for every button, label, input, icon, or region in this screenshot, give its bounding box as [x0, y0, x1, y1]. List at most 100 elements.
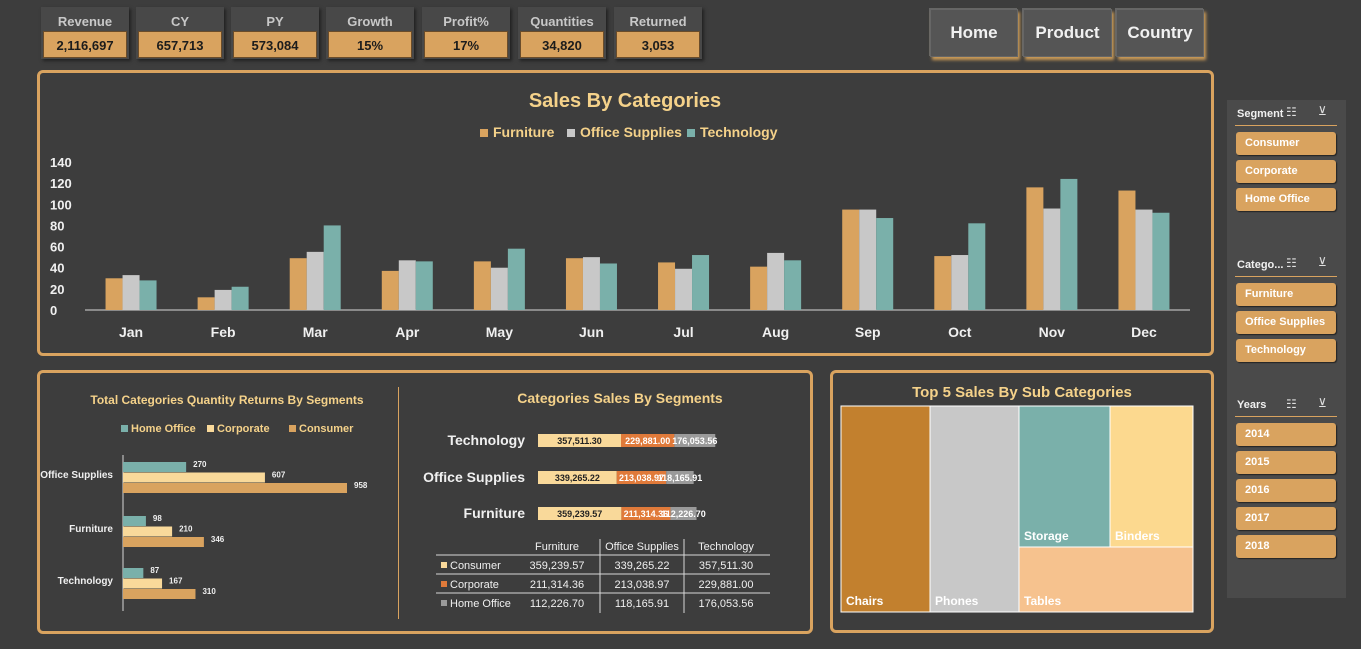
bar-furniture	[105, 278, 123, 310]
x-tick-label: May	[486, 324, 513, 340]
y-tick-label: 0	[50, 303, 57, 318]
bar-office-supplies	[582, 257, 600, 310]
category-label: Technology	[447, 432, 525, 448]
chart-legend: Furniture Office Supplies Technology	[480, 124, 778, 140]
y-tick-label: 140	[50, 155, 72, 170]
bar-office-supplies	[951, 255, 969, 310]
category-technology-button[interactable]: Technology	[1236, 339, 1336, 362]
kpi-value: 34,820	[520, 31, 604, 58]
kpi-py: PY 573,084	[231, 7, 319, 59]
table-cell: 118,165.91	[615, 598, 669, 610]
data-label: 87	[150, 566, 159, 575]
year-2018-button[interactable]: 2018	[1236, 535, 1336, 558]
category-office-supplies-button[interactable]: Office Supplies	[1236, 311, 1336, 334]
year-2016-button[interactable]: 2016	[1236, 479, 1336, 502]
data-label: 357,511.30	[557, 436, 602, 446]
bar-technology	[692, 255, 710, 310]
bar-corporate	[123, 526, 173, 537]
segment-consumer-button[interactable]: Consumer	[1236, 132, 1336, 155]
bar-technology	[784, 260, 802, 310]
x-tick-label: Dec	[1131, 324, 1157, 340]
multi-select-icon[interactable]: ☷	[1286, 256, 1297, 270]
multi-select-icon[interactable]: ☷	[1286, 105, 1297, 119]
segment-home-office-button[interactable]: Home Office	[1236, 188, 1336, 211]
category-slicer-title: Catego...	[1237, 259, 1284, 271]
legend-swatch	[687, 129, 695, 137]
divider	[1235, 125, 1337, 126]
chart-title: Total Categories Quantity Returns By Seg…	[90, 393, 363, 407]
treemap-label: Tables	[1024, 594, 1061, 608]
category-furniture-button[interactable]: Furniture	[1236, 283, 1336, 306]
data-label: 229,881.00	[625, 436, 670, 446]
kpi-label: CY	[170, 14, 190, 29]
category-label: Office Supplies	[40, 470, 113, 481]
multi-select-icon[interactable]: ☷	[1286, 397, 1297, 411]
bar-corporate	[123, 578, 163, 589]
clear-filter-icon[interactable]: ⊻	[1318, 104, 1327, 118]
bar-consumer	[123, 483, 347, 493]
data-label: 270	[193, 460, 207, 469]
kpi-value: 3,053	[616, 31, 700, 58]
table-header: Technology	[698, 541, 754, 553]
bar-consumer	[123, 537, 204, 547]
bar-furniture	[750, 266, 768, 310]
legend-swatch	[207, 425, 214, 432]
data-label: 346	[211, 535, 225, 544]
kpi-revenue: Revenue 2,116,697	[41, 7, 129, 59]
home-button[interactable]: Home	[930, 9, 1018, 57]
bar-home-office	[123, 568, 144, 578]
x-tick-label: Mar	[303, 324, 328, 340]
treemap-label: Chairs	[846, 594, 884, 608]
returns-by-segment-chart: Total Categories Quantity Returns By Seg…	[40, 393, 368, 611]
year-2015-button[interactable]: 2015	[1236, 451, 1336, 474]
legend-swatch	[480, 129, 488, 137]
bar-technology	[231, 286, 249, 310]
segment-corporate-button[interactable]: Corporate	[1236, 160, 1336, 183]
category-label: Technology	[58, 576, 114, 587]
kpi-profit: Profit% 17%	[422, 7, 510, 59]
year-2017-button[interactable]: 2017	[1236, 507, 1336, 530]
data-label: 118,165.91	[658, 473, 703, 483]
bar-office-supplies	[122, 275, 140, 310]
table-header: Office Supplies	[605, 541, 679, 553]
legend-swatch	[289, 425, 296, 432]
legend-swatch	[441, 581, 447, 587]
bar-office-supplies	[306, 251, 324, 310]
top5-subcategories-panel: Top 5 Sales By Sub Categories Chairs Phon…	[830, 370, 1214, 633]
table-cell: 176,053.56	[698, 598, 753, 610]
kpi-returned: Returned 3,053	[614, 7, 702, 59]
table-cell: 213,038.97	[614, 579, 669, 591]
legend-label: Consumer	[299, 423, 354, 435]
legend-swatch	[441, 562, 447, 568]
legend-swatch	[567, 129, 575, 137]
bar-furniture	[565, 258, 583, 310]
year-2014-button[interactable]: 2014	[1236, 423, 1336, 446]
x-tick-label: Jan	[119, 324, 143, 340]
product-button[interactable]: Product	[1023, 9, 1112, 57]
table-row-label: Corporate	[450, 579, 499, 591]
kpi-value: 17%	[424, 31, 508, 58]
x-tick-label: Oct	[948, 324, 972, 340]
data-label: 958	[354, 481, 368, 490]
divider	[398, 387, 399, 619]
data-label: 210	[179, 525, 193, 534]
clear-filter-icon[interactable]: ⊻	[1318, 255, 1327, 269]
data-label: 98	[153, 514, 162, 523]
bar-technology	[968, 223, 986, 310]
bars	[105, 178, 1170, 310]
y-tick-label: 100	[50, 197, 72, 212]
data-label: 339,265.22	[555, 473, 600, 483]
bar-office-supplies	[767, 252, 785, 310]
country-button[interactable]: Country	[1116, 9, 1204, 57]
kpi-label: Profit%	[443, 14, 489, 29]
clear-filter-icon[interactable]: ⊻	[1318, 396, 1327, 410]
x-tick-label: Apr	[395, 324, 420, 340]
chart-legend: Home Office Corporate Consumer	[121, 423, 354, 435]
legend-label: Corporate	[217, 423, 270, 435]
legend-label: Home Office	[131, 423, 196, 435]
kpi-value: 573,084	[233, 31, 317, 58]
kpi-value: 2,116,697	[43, 31, 127, 58]
divider	[1235, 416, 1337, 417]
segment-slicer-title: Segment	[1237, 108, 1284, 120]
bar-consumer	[123, 589, 196, 599]
